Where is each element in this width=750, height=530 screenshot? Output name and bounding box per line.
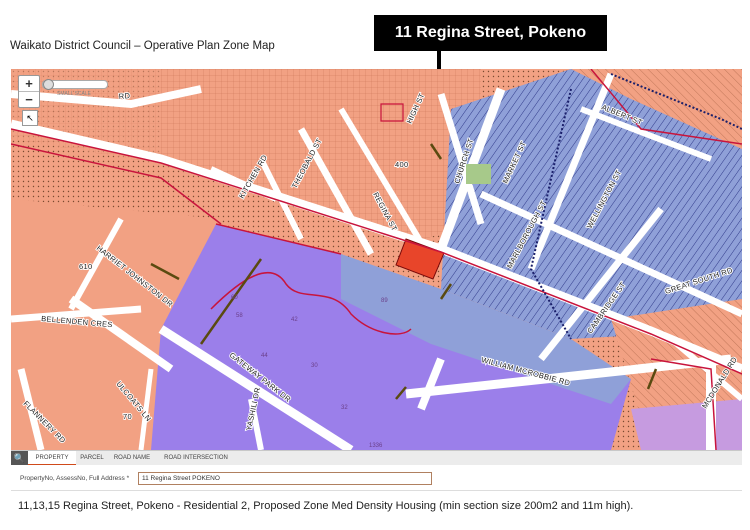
zone-map[interactable]: ALBERT ST HIGH ST CHURCH ST MARKET ST KI…	[11, 69, 742, 450]
zoom-out-button[interactable]: −	[19, 91, 39, 107]
tab-road-name[interactable]: ROAD NAME	[108, 451, 156, 466]
location-callout: 11 Regina Street, Pokeno	[374, 15, 607, 51]
zoom-control: + −	[18, 75, 40, 108]
parcel-number: 400	[395, 160, 408, 169]
address-input[interactable]: 11 Regina Street POKENO	[138, 472, 432, 485]
parcel-number: 32	[341, 405, 348, 411]
reserve	[466, 164, 491, 184]
parcel-number: 89	[381, 298, 388, 304]
slider-label: SMALL SCALE	[57, 91, 91, 97]
road-label-rd: RD	[118, 91, 130, 101]
parcel-number: 1336	[369, 443, 383, 449]
zoom-in-button[interactable]: +	[19, 76, 39, 91]
parcel-number: 58	[236, 313, 243, 319]
scale-slider[interactable]	[42, 79, 108, 90]
slider-knob[interactable]	[43, 79, 54, 90]
pointer-icon[interactable]: ↖	[22, 110, 38, 126]
address-label: PropertyNo, AssessNo, Full Address *	[20, 475, 130, 482]
map-canvas[interactable]: ALBERT ST HIGH ST CHURCH ST MARKET ST KI…	[11, 69, 742, 450]
parcel-number: 30	[311, 363, 318, 369]
tab-parcel[interactable]: PARCEL	[76, 451, 108, 466]
parcel-number: 42	[291, 317, 298, 323]
tab-property[interactable]: PROPERTY	[28, 451, 76, 466]
page-heading: Waikato District Council – Operative Pla…	[10, 40, 275, 52]
caption: 11,13,15 Regina Street, Pokeno - Residen…	[18, 500, 634, 512]
parcel-number: 70	[123, 412, 132, 421]
address-search-row: PropertyNo, AssessNo, Full Address * 11 …	[11, 465, 742, 491]
search-icon[interactable]: 🔍	[11, 451, 28, 466]
parcel-number: 44	[261, 353, 268, 359]
parcel-number: 60	[231, 295, 238, 301]
parcel-number: 610	[79, 262, 92, 271]
tab-road-intersection[interactable]: ROAD INTERSECTION	[156, 451, 236, 466]
